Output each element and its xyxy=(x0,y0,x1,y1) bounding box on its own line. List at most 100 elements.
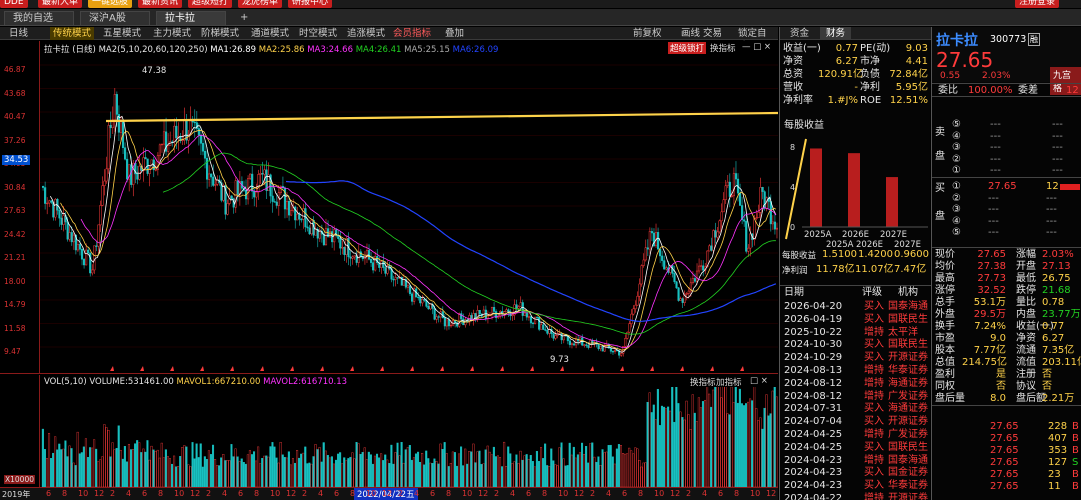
kline-chart[interactable]: 拉卡拉 (日线) MA2(5,10,20,60,120,250) MA1:26.… xyxy=(0,41,778,374)
candle-body xyxy=(517,306,520,309)
sell-level-volume: --- xyxy=(1052,153,1063,165)
sell-level-index: ② xyxy=(952,153,961,165)
candle-body xyxy=(630,313,633,324)
mode-spacetime[interactable]: 时空模式 xyxy=(296,27,340,40)
tab-stock[interactable]: 拉卡拉 xyxy=(156,11,226,25)
fq-dropdown[interactable]: 前复权 xyxy=(630,27,665,40)
member-indicators-dropdown[interactable]: 会员指标 xyxy=(390,27,434,40)
volume-bar xyxy=(47,433,51,487)
tab-finance[interactable]: 财务 xyxy=(820,27,852,40)
volume-bar xyxy=(605,451,608,487)
new-tab-button[interactable]: + xyxy=(232,11,254,25)
candle-body xyxy=(720,211,723,222)
volume-bar xyxy=(125,461,128,487)
candle-body xyxy=(259,173,262,175)
tick-price: 27.65 xyxy=(990,421,1019,432)
mode-ladder[interactable]: 阶梯模式 xyxy=(198,27,242,40)
lock-watchlist-button[interactable]: 锁定自选 xyxy=(735,27,778,52)
volume-bar xyxy=(730,387,733,487)
candle-body xyxy=(257,174,260,193)
candle-body xyxy=(437,316,440,318)
vol-window-controls[interactable]: □ × xyxy=(750,376,768,386)
candle-body xyxy=(515,304,518,309)
overlay-dropdown[interactable]: 叠加 xyxy=(442,27,467,40)
volume-bar xyxy=(599,465,602,487)
volume-bar xyxy=(455,465,458,487)
volume-bar xyxy=(556,465,559,487)
candle-body xyxy=(113,94,116,121)
volume-chart[interactable]: VOL(5,10) VOLUME:531461.00 MAVOL1:667210… xyxy=(0,375,778,487)
volume-bar xyxy=(515,454,518,487)
buy-level-volume: 12 xyxy=(1046,181,1059,192)
eps-axis-tick: 0 xyxy=(790,223,795,232)
ratings-header-rating: 评级 xyxy=(862,287,882,298)
volume-bar xyxy=(78,453,81,487)
mode-chase[interactable]: 追涨模式 xyxy=(344,27,388,40)
candle-body xyxy=(306,226,309,229)
topbar-link-news[interactable]: 最新资讯 xyxy=(138,0,183,8)
volume-bar xyxy=(747,401,750,487)
volume-bar xyxy=(505,466,508,487)
topbar-link-lhb[interactable]: 龙虎榜单 xyxy=(238,0,283,8)
trade-dropdown[interactable]: 交易 xyxy=(700,27,725,40)
candle-body xyxy=(675,281,678,289)
candle-body xyxy=(78,244,82,250)
period-selector[interactable]: 日线 xyxy=(6,27,31,40)
tab-ashares[interactable]: 深沪A股 xyxy=(80,11,150,25)
volume-bar xyxy=(60,449,63,487)
volume-bar xyxy=(761,428,764,487)
volume-bar xyxy=(99,459,102,487)
tab-funds[interactable]: 资金 xyxy=(790,27,809,40)
candle-body xyxy=(624,338,627,347)
volume-bar xyxy=(43,449,46,487)
volume-bar xyxy=(687,414,690,487)
candle-body xyxy=(609,347,612,352)
volume-bar xyxy=(634,447,637,487)
sell-level-price: --- xyxy=(990,119,1001,130)
topbar-link-short[interactable]: 超级短打 xyxy=(188,0,233,8)
candle-body xyxy=(76,244,79,251)
volume-bar xyxy=(695,421,698,487)
volume-bar xyxy=(320,461,323,487)
price-tick: 43.68 xyxy=(4,88,26,98)
volume-bar xyxy=(250,454,253,487)
tick-price: 27.65 xyxy=(990,457,1019,468)
volume-bar xyxy=(345,460,348,487)
mode-fivestar[interactable]: 五星模式 xyxy=(100,27,144,40)
volume-bar xyxy=(724,387,727,487)
candle-body xyxy=(197,128,200,136)
volume-bar xyxy=(58,443,61,487)
topbar-link-stockpick[interactable]: 一键选股 xyxy=(88,0,133,8)
topbar-link-research[interactable]: 研报中心 xyxy=(288,0,333,8)
candle-body xyxy=(771,221,774,225)
login-button[interactable]: 注册登录 xyxy=(1015,0,1060,8)
mode-mainforce[interactable]: 主力模式 xyxy=(150,27,194,40)
time-tick: 8 xyxy=(158,489,164,498)
candle-body xyxy=(445,319,449,327)
buy-level-index: ② xyxy=(952,192,961,204)
quote-header: 拉卡拉 300773 融 27.65 0.55 2.03% 九宫格 xyxy=(932,27,1081,95)
margin-flag-badge: 融 xyxy=(1028,33,1040,46)
volume-bar xyxy=(160,442,163,487)
volume-bar xyxy=(136,440,139,487)
candle-body xyxy=(50,200,53,203)
volume-bar xyxy=(601,449,604,487)
volume-bar xyxy=(417,451,420,487)
candle-body xyxy=(710,245,713,251)
candle-body xyxy=(677,287,680,301)
finance-label: 市净 xyxy=(860,56,880,67)
volume-bar xyxy=(431,463,434,487)
mode-traditional[interactable]: 传统模式 xyxy=(50,27,95,40)
topbar-link-dde[interactable]: DDE xyxy=(0,0,28,8)
stats-divider xyxy=(932,247,1081,248)
topbar-link-bigorder[interactable]: 最新大单 xyxy=(38,0,83,8)
price-tick: 24.42 xyxy=(4,229,26,239)
sell-level-index: ⑤ xyxy=(952,119,961,130)
tab-watchlist[interactable]: 我的自选 xyxy=(4,11,74,25)
volume-bar xyxy=(185,446,188,487)
candle-body xyxy=(673,273,676,283)
candle-body xyxy=(572,343,576,346)
buy-side-label: 买 xyxy=(935,183,945,194)
candle-body xyxy=(570,343,574,345)
mode-channel[interactable]: 通道模式 xyxy=(248,27,292,40)
